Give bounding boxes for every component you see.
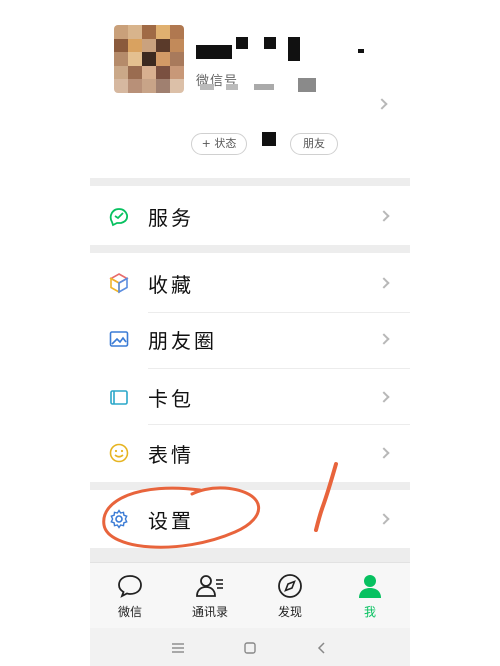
wechat-id-redaction — [298, 78, 316, 92]
status-button[interactable]: + 状态 — [191, 133, 247, 155]
friends-status-label: 朋友 — [303, 137, 325, 150]
menu-item-label: 表情 — [148, 442, 194, 467]
section-divider — [90, 245, 410, 253]
nickname-redaction — [264, 37, 276, 49]
tab-label: 微信 — [117, 605, 142, 619]
gear-icon — [108, 508, 130, 530]
nickname-redaction — [358, 49, 364, 53]
tab-label: 我 — [363, 605, 376, 619]
menu-item-settings[interactable]: 设置 — [90, 490, 410, 548]
menu-item-moments[interactable]: 朋友圈 — [90, 310, 410, 368]
chevron-right-icon — [378, 447, 390, 459]
system-nav-bar — [90, 628, 410, 666]
nickname-redaction — [288, 37, 300, 61]
contacts-icon — [178, 571, 242, 601]
menu-item-label: 服务 — [148, 205, 194, 230]
tab-contacts[interactable]: 通讯录 — [178, 571, 242, 620]
menu-item-label: 收藏 — [148, 272, 194, 297]
friends-status-pill[interactable]: 朋友 — [290, 133, 338, 155]
chevron-right-icon — [378, 210, 390, 222]
chat-bubble-icon — [98, 571, 162, 601]
compass-icon — [258, 571, 322, 601]
menu-item-favorites[interactable]: 收藏 — [90, 254, 410, 312]
menu-item-label: 设置 — [148, 508, 194, 533]
person-icon — [338, 571, 402, 601]
menu-item-cards[interactable]: 卡包 — [90, 368, 410, 426]
home-square-icon[interactable] — [240, 638, 260, 658]
friend-avatar-redaction — [262, 132, 276, 146]
avatar[interactable] — [114, 25, 184, 93]
tab-me[interactable]: 我 — [338, 571, 402, 620]
profile-chevron-icon[interactable] — [376, 98, 388, 110]
nickname-redaction — [196, 45, 232, 59]
chevron-right-icon — [378, 333, 390, 345]
tab-label: 发现 — [277, 605, 302, 619]
back-arrow-icon[interactable] — [312, 638, 332, 658]
chevron-right-icon — [378, 513, 390, 525]
section-divider — [90, 178, 410, 186]
bottom-tab-bar: 微信 通讯录 发现 我 — [90, 562, 410, 628]
status-button-label: + 状态 — [201, 137, 237, 150]
menu-item-label: 朋友圈 — [148, 328, 217, 353]
tab-discover[interactable]: 发现 — [258, 571, 322, 620]
menu-item-stickers[interactable]: 表情 — [90, 424, 410, 482]
wechat-me-screen: 微信号 + 状态 朋友 服务 收藏 朋友圈 卡包 表情 设置 微信 通讯录 发现… — [90, 0, 410, 666]
section-divider — [90, 548, 410, 562]
chevron-right-icon — [378, 391, 390, 403]
nickname-redaction — [236, 37, 248, 49]
wechat-id-redaction — [200, 84, 214, 90]
favorites-cube-icon — [108, 272, 130, 294]
menu-item-label: 卡包 — [148, 386, 194, 411]
chevron-right-icon — [378, 277, 390, 289]
menu-lines-icon[interactable] — [168, 638, 188, 658]
section-divider — [90, 482, 410, 490]
wechat-id-redaction — [254, 84, 274, 90]
menu-item-services[interactable]: 服务 — [90, 187, 410, 245]
tab-chats[interactable]: 微信 — [98, 571, 162, 620]
card-wallet-icon — [108, 386, 130, 408]
smiley-icon — [108, 442, 130, 464]
wechat-id-redaction — [226, 84, 238, 90]
tab-label: 通讯录 — [191, 605, 228, 619]
services-icon — [108, 205, 130, 227]
moments-image-icon — [108, 328, 130, 350]
